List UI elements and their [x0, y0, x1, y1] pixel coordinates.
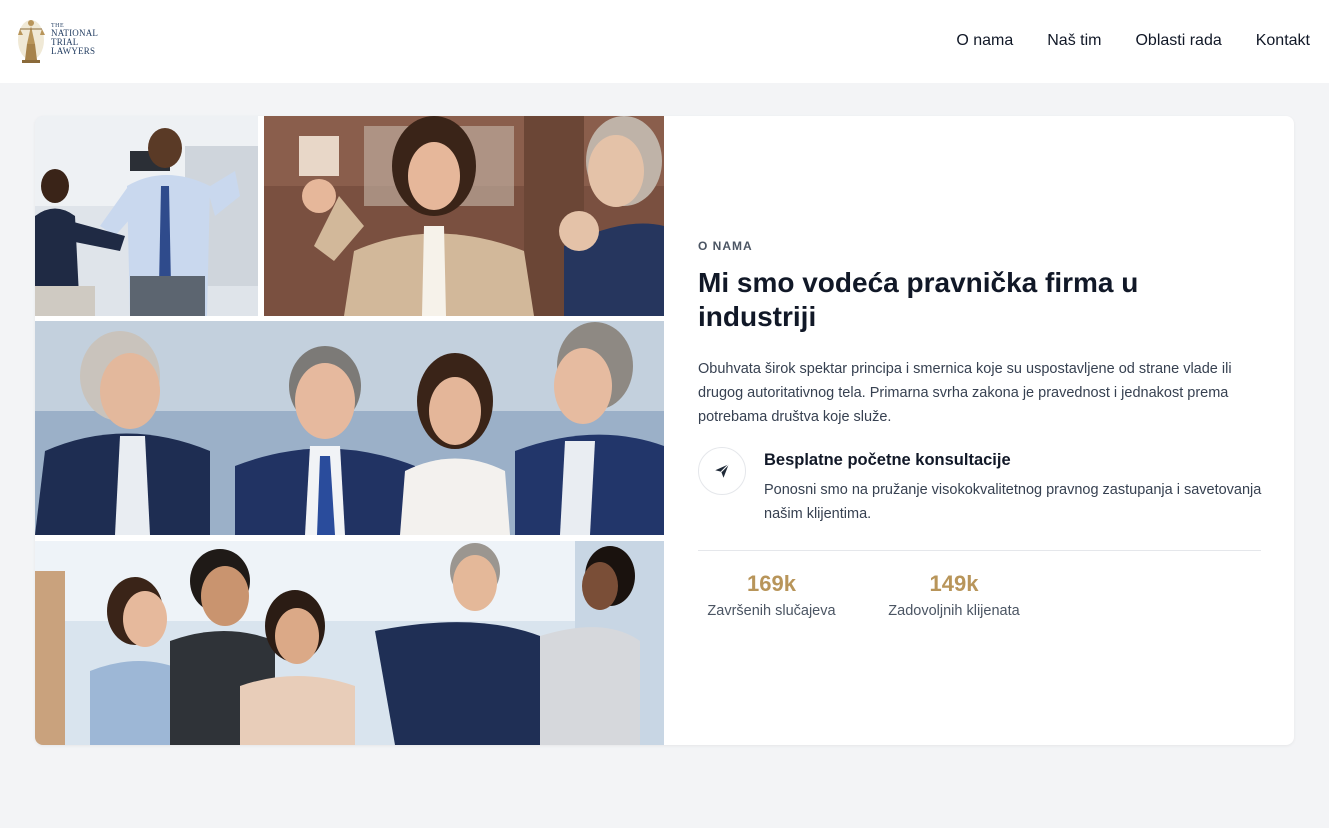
section-description: Obuhvata širok spektar principa i smerni… — [698, 361, 1232, 425]
photo-woman-cheering — [264, 116, 664, 316]
photo-team-celebration — [35, 541, 664, 745]
about-card: O NAMA Mi smo vodeća pravnička firma u i… — [35, 116, 1294, 745]
section-eyebrow: O NAMA — [698, 239, 753, 253]
stat-label: Zadovoljnih klijenata — [888, 603, 1020, 619]
nav-link-nas-tim[interactable]: Naš tim — [1047, 32, 1101, 50]
site-header: THE NATIONAL TRIAL LAWYERS O nama Naš ti… — [0, 0, 1329, 83]
stat-label: Završenih slučajeva — [707, 603, 836, 619]
main-nav: O nama Naš tim Oblasti rada Kontakt — [956, 32, 1310, 50]
stat-satisfied-clients: 149k Zadovoljnih klijenata — [878, 571, 1030, 619]
logo-wordmark: THE NATIONAL TRIAL LAWYERS — [51, 23, 116, 56]
stat-value: 169k — [747, 571, 796, 596]
photo-collage — [35, 116, 664, 745]
logo[interactable]: THE NATIONAL TRIAL LAWYERS — [16, 14, 116, 64]
paper-plane-icon — [698, 447, 746, 495]
stat-value: 149k — [929, 571, 979, 596]
photo-team-embrace — [35, 321, 664, 535]
nav-link-oblasti-rada[interactable]: Oblasti rada — [1135, 32, 1221, 50]
feature-description: Ponosni smo na pružanje visokokvalitetno… — [764, 482, 1262, 522]
nav-link-o-nama[interactable]: O nama — [956, 32, 1013, 50]
lady-justice-icon — [18, 20, 45, 63]
section-title: Mi smo vodeća pravnička firma u industri… — [698, 267, 1139, 332]
stats-divider — [698, 550, 1261, 551]
stat-completed-cases: 169k Završenih slučajeva — [698, 571, 845, 619]
about-content: O NAMA Mi smo vodeća pravnička firma u i… — [698, 116, 1261, 745]
photo-office-celebration — [35, 116, 258, 316]
logo-line-3: TRIAL LAWYERS — [51, 36, 96, 56]
nav-link-kontakt[interactable]: Kontakt — [1256, 32, 1310, 50]
feature-title: Besplatne početne konsultacije — [764, 451, 1011, 469]
